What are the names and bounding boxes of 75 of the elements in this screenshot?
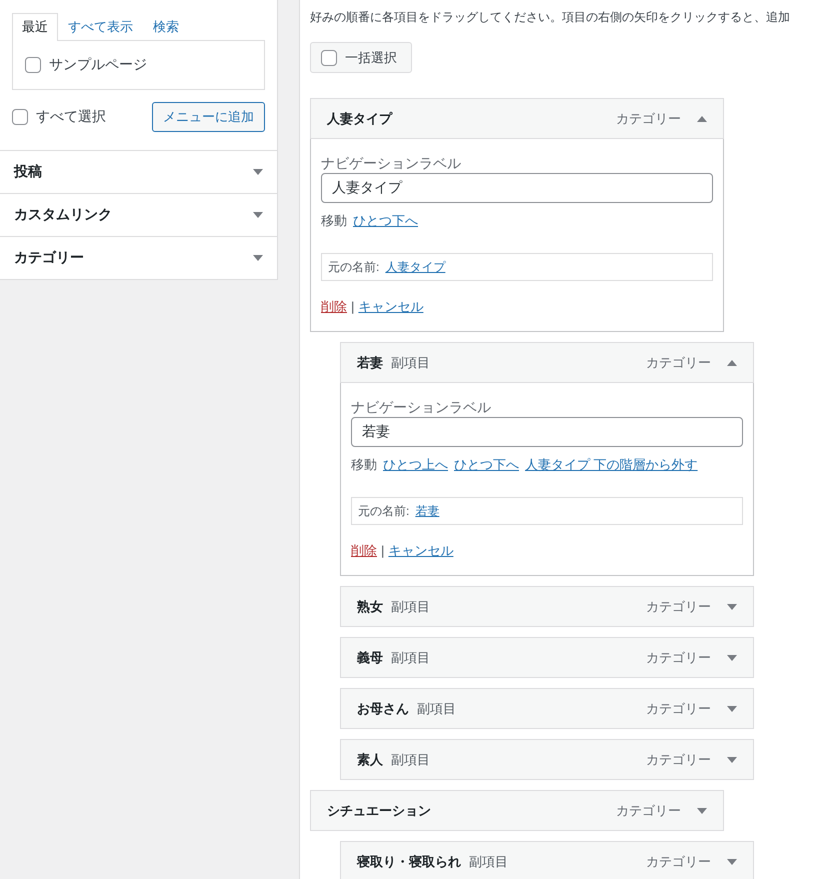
sub-item-label: 副項目 [391,648,430,666]
checkbox[interactable] [321,50,337,66]
sub-item-label: 副項目 [391,354,430,372]
move-link[interactable]: ひとつ上へ [383,455,448,475]
add-to-menu-button[interactable]: メニューに追加 [152,102,265,132]
item-type-label: カテゴリー [646,700,711,718]
sub-item-label: 副項目 [469,852,508,870]
menu-item-title: シチュエーション [327,802,431,820]
original-name-label: 元の名前: [358,502,410,520]
item-type-label: カテゴリー [646,598,711,616]
input-field[interactable]: 若妻 [351,417,743,447]
toggle-arrow-icon[interactable] [727,360,737,366]
menu-item-header[interactable]: 素人 副項目 カテゴリー [340,739,754,780]
toggle-arrow-icon[interactable] [253,212,263,218]
menu-item-header[interactable]: シチュエーション カテゴリー [310,790,724,831]
menu-item-header[interactable]: 寝取り・寝取られ 副項目 カテゴリー [340,841,754,879]
move-link[interactable]: 人妻タイプ 下の階層から外す [525,455,698,475]
menu-item-title: 若妻 [357,354,383,372]
separator: | [351,298,354,316]
item-type-label: カテゴリー [616,110,681,128]
toggle-arrow-icon[interactable] [727,858,737,864]
move-link[interactable]: ひとつ下へ [454,455,519,475]
sub-item-label: 副項目 [391,598,430,616]
checkbox[interactable] [12,109,28,125]
tab[interactable]: 検索 [143,13,189,41]
toggle-arrow-icon[interactable] [727,604,737,610]
checkbox-label: すべて選択 [36,108,106,126]
toggle-arrow-icon[interactable] [727,756,737,762]
original-name-label: 元の名前: [328,258,380,276]
menu-item-title: 素人 [357,750,383,768]
input-field[interactable]: 人妻タイプ [321,173,713,203]
menu-item-title: 義母 [357,648,383,666]
menu-item-title: 熟女 [357,598,383,616]
sub-item-label: 副項目 [391,750,430,768]
menu-item-header[interactable]: お母さん 副項目 カテゴリー [340,688,754,729]
menu-item-header[interactable]: 人妻タイプ カテゴリー [310,98,724,139]
checkbox[interactable] [25,57,41,73]
menu-item-title: 人妻タイプ [327,110,392,128]
toggle-arrow-icon[interactable] [697,116,707,122]
separator: | [381,542,384,560]
item-type-label: カテゴリー [646,852,711,870]
cancel-link[interactable]: キャンセル [388,541,454,561]
instructions-text: 好みの順番に各項目をドラッグしてください。項目の右側の矢印をクリックすると、追加 [310,9,791,26]
bulk-select-button[interactable]: 一括選択 [310,42,412,73]
menu-item-header[interactable]: 若妻 副項目 カテゴリー [340,342,754,383]
move-label: 移動 [351,456,377,474]
menu-item-title: 寝取り・寝取られ [357,852,461,870]
tab[interactable]: 最近 [12,13,58,41]
cancel-link[interactable]: キャンセル [358,297,424,317]
item-type-label: カテゴリー [646,648,711,666]
toggle-arrow-icon[interactable] [727,706,737,712]
tab[interactable]: すべて表示 [58,13,143,41]
menu-item-header[interactable]: 熟女 副項目 カテゴリー [340,586,754,627]
field-label: ナビゲーションラベル [351,398,492,417]
toggle-arrow-icon[interactable] [253,255,263,261]
menu-item-header[interactable]: 義母 副項目 カテゴリー [340,637,754,678]
checkbox-label: サンプルページ [49,56,147,74]
sub-item-label: 副項目 [417,700,456,718]
delete-link[interactable]: 削除 [321,297,347,317]
toggle-arrow-icon[interactable] [697,808,707,814]
item-type-label: カテゴリー [646,750,711,768]
section-title[interactable]: カスタムリンク [14,206,112,224]
section-title[interactable]: カテゴリー [14,249,84,267]
toggle-arrow-icon[interactable] [727,654,737,660]
move-label: 移動 [321,212,347,230]
menu-item-title: お母さん [357,700,409,718]
original-name-link[interactable]: 若妻 [415,502,440,520]
toggle-arrow-icon[interactable] [253,169,263,175]
item-type-label: カテゴリー [616,802,681,820]
move-link[interactable]: ひとつ下へ [353,211,418,231]
original-name-link[interactable]: 人妻タイプ [385,258,446,276]
field-label: ナビゲーションラベル [321,154,462,173]
delete-link[interactable]: 削除 [351,541,377,561]
item-type-label: カテゴリー [646,354,711,372]
section-title[interactable]: 投稿 [14,163,42,181]
